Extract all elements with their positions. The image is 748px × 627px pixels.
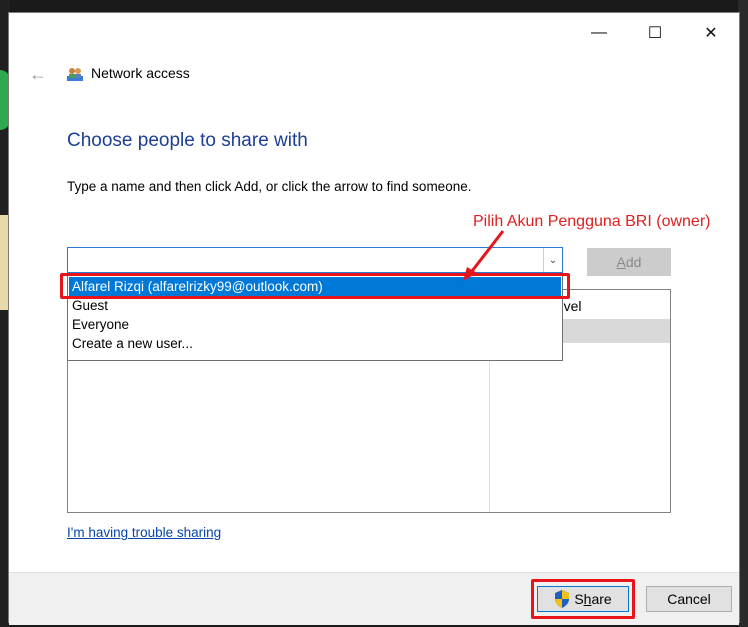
trouble-sharing-link[interactable]: I'm having trouble sharing — [67, 525, 221, 540]
annotation-highlight-share — [531, 579, 635, 619]
add-label-rest: dd — [625, 254, 642, 270]
annotation-label: Pilih Akun Pengguna BRI (owner) — [473, 213, 711, 230]
cancel-button[interactable]: Cancel — [646, 586, 732, 612]
add-button[interactable]: Add — [587, 248, 671, 276]
network-access-dialog: — ☐ ✕ ← Network access Choose people to … — [8, 12, 740, 625]
close-button[interactable]: ✕ — [688, 13, 734, 53]
title-bar: — ☐ ✕ — [9, 13, 739, 53]
window-title: Network access — [91, 65, 190, 81]
page-heading: Choose people to share with — [67, 130, 308, 151]
chevron-down-icon[interactable]: ⌄ — [543, 248, 562, 272]
back-arrow-icon[interactable]: ← — [29, 64, 47, 85]
add-label-accesskey: A — [616, 254, 626, 270]
instruction-text: Type a name and then click Add, or click… — [67, 179, 472, 194]
maximize-button[interactable]: ☐ — [632, 13, 678, 53]
annotation-arrow-icon — [463, 230, 505, 281]
network-users-icon — [67, 68, 83, 81]
dropdown-item-create-user[interactable]: Create a new user... — [69, 334, 561, 353]
dropdown-item-everyone[interactable]: Everyone — [69, 315, 561, 334]
minimize-button[interactable]: — — [576, 13, 622, 53]
